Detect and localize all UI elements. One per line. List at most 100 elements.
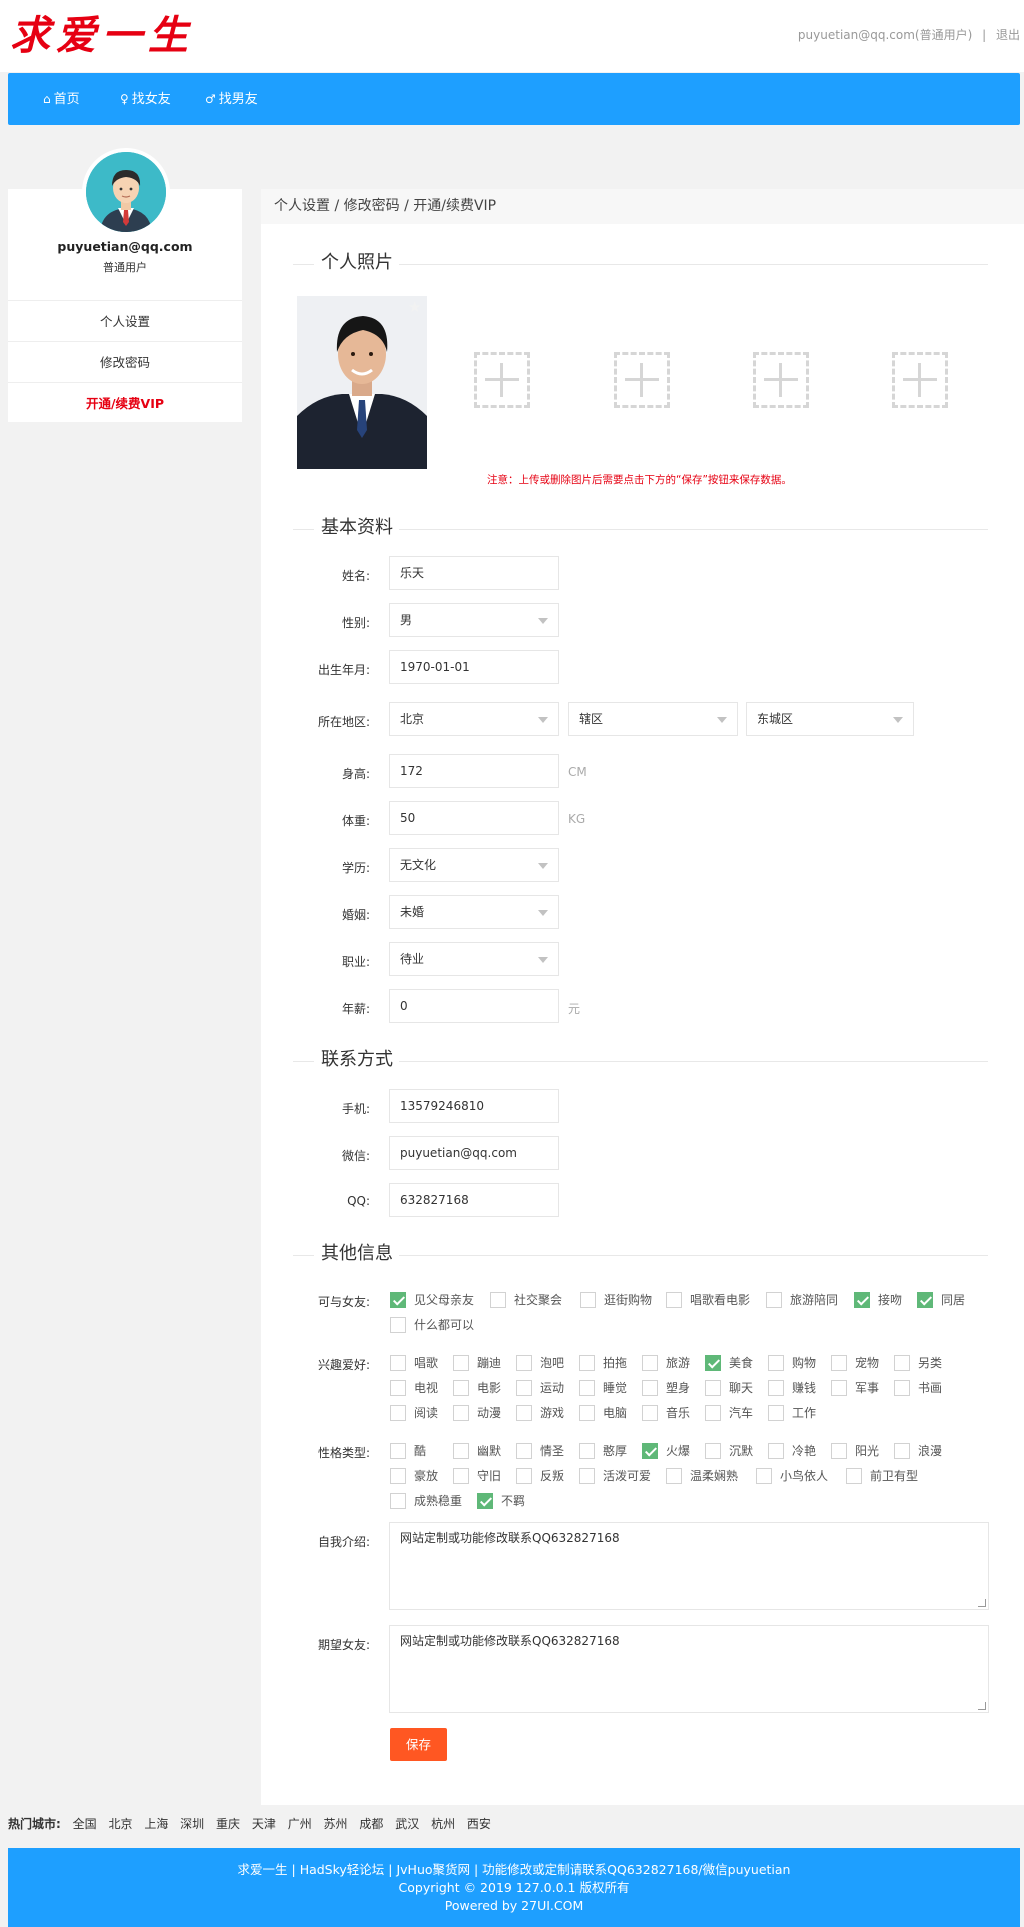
personality-checkbox[interactable]: 小鸟依人 xyxy=(756,1467,828,1485)
birth-input[interactable]: 1970-01-01 xyxy=(389,650,559,684)
hobby-checkbox[interactable]: 游戏 xyxy=(516,1404,564,1422)
personality-checkbox[interactable]: 沉默 xyxy=(705,1442,753,1460)
hobby-checkbox[interactable]: 泡吧 xyxy=(516,1354,564,1372)
hobby-checkbox[interactable]: 旅游 xyxy=(642,1354,690,1372)
hobby-checkbox[interactable]: 阅读 xyxy=(390,1404,438,1422)
marriage-select[interactable]: 未婚 xyxy=(389,895,559,929)
with-partner-checkbox[interactable]: 同居 xyxy=(917,1291,965,1309)
salary-input[interactable]: 0 xyxy=(389,989,559,1023)
height-input[interactable]: 172 xyxy=(389,754,559,788)
personality-checkbox[interactable]: 温柔娴熟 xyxy=(666,1467,738,1485)
personality-checkbox[interactable]: 浪漫 xyxy=(894,1442,942,1460)
city-link[interactable]: 深圳 xyxy=(180,1817,204,1831)
nav-find-boyfriend[interactable]: ♂ 找男友 xyxy=(205,73,258,126)
add-photo-slot-2[interactable] xyxy=(614,352,670,408)
city-link[interactable]: 苏州 xyxy=(324,1817,348,1831)
personality-checkbox[interactable]: 守旧 xyxy=(453,1467,501,1485)
with-partner-checkbox[interactable]: 社交聚会 xyxy=(490,1291,562,1309)
sidebar-item-settings[interactable]: 个人设置 xyxy=(8,300,242,341)
with-partner-checkbox[interactable]: 见父母亲友 xyxy=(390,1291,474,1309)
personality-checkbox[interactable]: 反叛 xyxy=(516,1467,564,1485)
resize-handle-icon[interactable] xyxy=(978,1599,986,1607)
personality-checkbox[interactable]: 憨厚 xyxy=(579,1442,627,1460)
save-button[interactable]: 保存 xyxy=(390,1728,447,1761)
personality-checkbox[interactable]: 不羁 xyxy=(477,1492,525,1510)
hobby-checkbox[interactable]: 电脑 xyxy=(579,1404,627,1422)
hobby-checkbox[interactable]: 赚钱 xyxy=(768,1379,816,1397)
intro-textarea[interactable]: 网站定制或功能修改联系QQ632827168 xyxy=(389,1522,989,1610)
resize-handle-icon[interactable] xyxy=(978,1702,986,1710)
hobby-checkbox[interactable]: 聊天 xyxy=(705,1379,753,1397)
phone-input[interactable]: 13579246810 xyxy=(389,1089,559,1123)
hobby-checkbox[interactable]: 军事 xyxy=(831,1379,879,1397)
hobby-checkbox[interactable]: 音乐 xyxy=(642,1404,690,1422)
with-partner-checkbox[interactable]: 唱歌看电影 xyxy=(666,1291,750,1309)
personality-checkbox[interactable]: 豪放 xyxy=(390,1467,438,1485)
city-link[interactable]: 天津 xyxy=(252,1817,276,1831)
with-partner-checkbox[interactable]: 逛街购物 xyxy=(580,1291,652,1309)
personality-checkbox[interactable]: 活泼可爱 xyxy=(579,1467,651,1485)
personality-checkbox[interactable]: 冷艳 xyxy=(768,1442,816,1460)
city-link[interactable]: 西安 xyxy=(467,1817,491,1831)
city-link[interactable]: 杭州 xyxy=(431,1817,455,1831)
add-photo-slot-3[interactable] xyxy=(753,352,809,408)
name-input[interactable]: 乐天 xyxy=(389,556,559,590)
personality-checkbox[interactable]: 幽默 xyxy=(453,1442,501,1460)
profile-photo[interactable] xyxy=(297,296,427,469)
with-partner-checkbox[interactable]: 什么都可以 xyxy=(390,1316,474,1334)
avatar[interactable] xyxy=(82,148,170,236)
qq-input[interactable]: 632827168 xyxy=(389,1183,559,1217)
current-user-link[interactable]: puyuetian@qq.com(普通用户) xyxy=(798,28,972,42)
footer-links[interactable]: 求爱一生 | HadSky轻论坛 | JvHuo聚货网 | 功能修改或定制请联系… xyxy=(8,1861,1020,1879)
wechat-input[interactable]: puyuetian@qq.com xyxy=(389,1136,559,1170)
hobby-checkbox[interactable]: 塑身 xyxy=(642,1379,690,1397)
hobby-checkbox[interactable]: 宠物 xyxy=(831,1354,879,1372)
nav-home[interactable]: ⌂ 首页 xyxy=(43,73,80,126)
city-link[interactable]: 上海 xyxy=(144,1817,168,1831)
personality-checkbox[interactable]: 前卫有型 xyxy=(846,1467,918,1485)
hobby-checkbox[interactable]: 电视 xyxy=(390,1379,438,1397)
expect-textarea[interactable]: 网站定制或功能修改联系QQ632827168 xyxy=(389,1625,989,1713)
job-select[interactable]: 待业 xyxy=(389,942,559,976)
sidebar-item-vip[interactable]: 开通/续费VIP xyxy=(8,382,242,423)
with-partner-checkbox[interactable]: 旅游陪同 xyxy=(766,1291,838,1309)
hobby-checkbox[interactable]: 拍拖 xyxy=(579,1354,627,1372)
nav-find-girlfriend[interactable]: ♀ 找女友 xyxy=(120,73,171,126)
personality-checkbox[interactable]: 情圣 xyxy=(516,1442,564,1460)
hobby-checkbox[interactable]: 购物 xyxy=(768,1354,816,1372)
district-select[interactable]: 东城区 xyxy=(746,702,914,736)
add-photo-slot-1[interactable] xyxy=(474,352,530,408)
with-partner-checkbox[interactable]: 接吻 xyxy=(854,1291,902,1309)
star-icon[interactable]: ★ xyxy=(408,298,421,316)
hobby-checkbox[interactable]: 美食 xyxy=(705,1354,753,1372)
city-link[interactable]: 成都 xyxy=(359,1817,383,1831)
hobby-checkbox[interactable]: 运动 xyxy=(516,1379,564,1397)
logout-link[interactable]: 退出 xyxy=(996,28,1020,42)
weight-input[interactable]: 50 xyxy=(389,801,559,835)
sidebar-item-password[interactable]: 修改密码 xyxy=(8,341,242,382)
personality-checkbox[interactable]: 成熟稳重 xyxy=(390,1492,462,1510)
city-link[interactable]: 全国 xyxy=(73,1817,97,1831)
hobby-checkbox[interactable]: 另类 xyxy=(894,1354,942,1372)
hobby-checkbox[interactable]: 工作 xyxy=(768,1404,816,1422)
city-select[interactable]: 辖区 xyxy=(568,702,738,736)
city-link[interactable]: 北京 xyxy=(108,1817,132,1831)
city-link[interactable]: 广州 xyxy=(288,1817,312,1831)
footer-powered[interactable]: Powered by 27UI.COM xyxy=(8,1897,1020,1915)
hobby-checkbox[interactable]: 睡觉 xyxy=(579,1379,627,1397)
city-link[interactable]: 武汉 xyxy=(395,1817,419,1831)
personality-checkbox[interactable]: 阳光 xyxy=(831,1442,879,1460)
hobby-checkbox[interactable]: 书画 xyxy=(894,1379,942,1397)
hobby-checkbox[interactable]: 动漫 xyxy=(453,1404,501,1422)
hobby-checkbox[interactable]: 汽车 xyxy=(705,1404,753,1422)
hobby-checkbox[interactable]: 蹦迪 xyxy=(453,1354,501,1372)
site-logo[interactable]: 求爱一生 xyxy=(10,12,194,60)
hobby-checkbox[interactable]: 电影 xyxy=(453,1379,501,1397)
province-select[interactable]: 北京 xyxy=(389,702,559,736)
add-photo-slot-4[interactable] xyxy=(892,352,948,408)
hobby-checkbox[interactable]: 唱歌 xyxy=(390,1354,438,1372)
personality-checkbox[interactable]: 火爆 xyxy=(642,1442,690,1460)
gender-select[interactable]: 男 xyxy=(389,603,559,637)
city-link[interactable]: 重庆 xyxy=(216,1817,240,1831)
personality-checkbox[interactable]: 酷 xyxy=(390,1442,426,1460)
